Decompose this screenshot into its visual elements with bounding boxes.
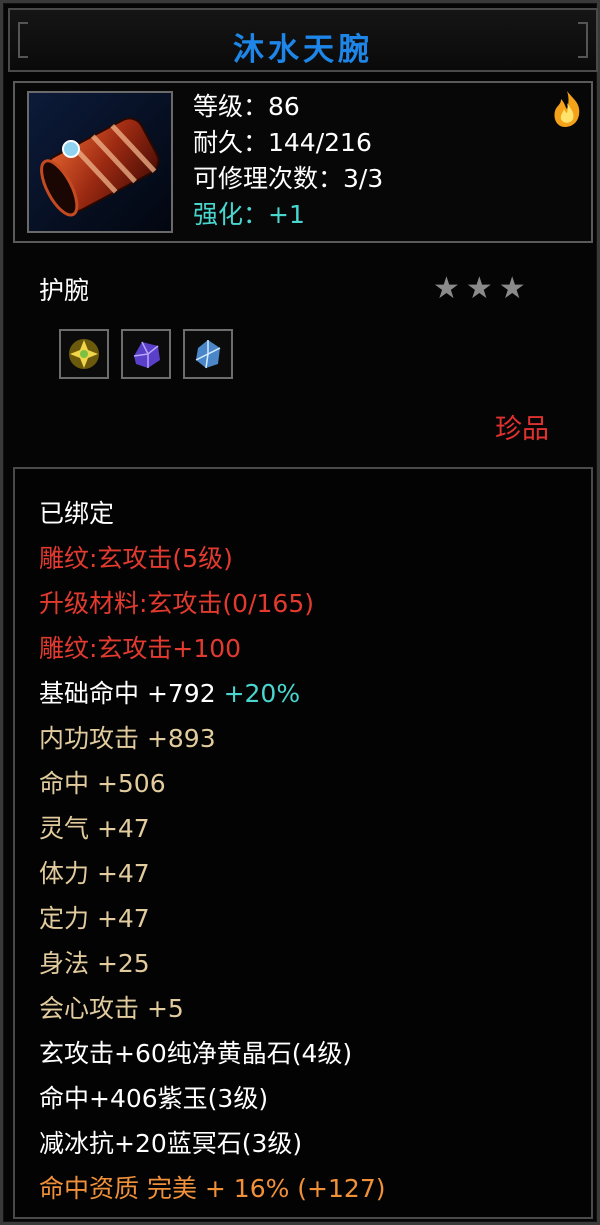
attribute-line: 定力 +47 — [39, 904, 150, 933]
title-bar: 沐水天腕 — [8, 8, 598, 72]
star-rating: ★★★ — [433, 271, 532, 306]
gem-line: 命中+406紫玉(3级) — [39, 1084, 269, 1113]
blue-gem-icon[interactable] — [183, 329, 233, 379]
base-hit-line: 基础命中 +792 +20% — [39, 671, 591, 716]
item-tooltip: 沐水天腕 等级：86 耐久：144/216 可修理次数：3/3 强化：+1 护腕… — [0, 0, 600, 1225]
attribute-line: 内功攻击 +893 — [39, 724, 216, 753]
upgrade-material-line: 升级材料:玄攻击(0/165) — [39, 589, 314, 618]
attribute-panel: 已绑定 雕纹:玄攻击(5级) 升级材料:玄攻击(0/165) 雕纹:玄攻击+10… — [13, 467, 593, 1219]
quality-label: 珍品 — [495, 414, 549, 445]
item-enhance: 强化：+1 — [193, 200, 305, 229]
gem-line: 玄攻击+60纯净黄晶石(4级) — [39, 1039, 353, 1068]
engrave-bonus-line: 雕纹:玄攻击+100 — [39, 634, 242, 663]
attribute-line: 命中 +506 — [39, 769, 166, 798]
attribute-line: 身法 +25 — [39, 949, 150, 978]
item-repair-count: 可修理次数：3/3 — [193, 164, 384, 193]
title-corner-right — [578, 22, 588, 58]
attribute-line: 会心攻击 +5 — [39, 994, 184, 1023]
base-hit-bonus: +20% — [223, 679, 301, 708]
gem-slots — [59, 329, 233, 379]
flame-icon — [549, 89, 585, 129]
aptitude-line: 命中资质 完美 + 16% (+127) — [39, 1174, 386, 1203]
engrave-line: 雕纹:玄攻击(5级) — [39, 544, 233, 573]
item-name: 沐水天腕 — [233, 32, 373, 68]
base-hit-text: 基础命中 +792 — [39, 679, 224, 708]
item-stats: 等级：86 耐久：144/216 可修理次数：3/3 强化：+1 — [193, 89, 383, 233]
attribute-line: 灵气 +47 — [39, 814, 150, 843]
bound-status: 已绑定 — [39, 499, 115, 528]
attribute-line: 体力 +47 — [39, 859, 150, 888]
item-header: 等级：86 耐久：144/216 可修理次数：3/3 强化：+1 — [13, 81, 593, 243]
gold-gem-icon[interactable] — [59, 329, 109, 379]
item-type: 护腕 — [39, 276, 90, 305]
purple-gem-icon[interactable] — [121, 329, 171, 379]
gem-line: 减冰抗+20蓝冥石(3级) — [39, 1129, 303, 1158]
item-level: 等级：86 — [193, 92, 300, 121]
item-durability: 耐久：144/216 — [193, 128, 372, 157]
bracer-icon — [27, 91, 173, 233]
